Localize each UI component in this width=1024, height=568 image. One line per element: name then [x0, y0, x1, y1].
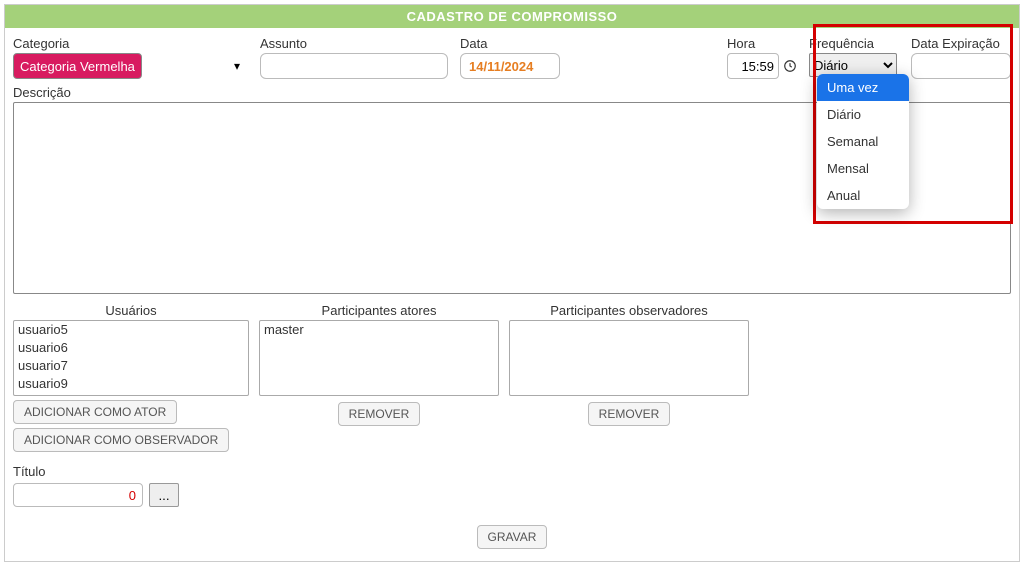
frequencia-option[interactable]: Uma vez: [817, 74, 909, 101]
frequencia-label: Frequência: [809, 36, 899, 51]
add-obs-button[interactable]: ADICIONAR COMO OBSERVADOR: [13, 428, 229, 452]
assunto-label: Assunto: [260, 36, 448, 51]
usuarios-listbox[interactable]: usuario5usuario6usuario7usuario9: [13, 320, 249, 396]
frequencia-option[interactable]: Semanal: [817, 128, 909, 155]
hora-input[interactable]: [727, 53, 779, 79]
list-item[interactable]: usuario6: [14, 339, 248, 357]
list-item[interactable]: usuario7: [14, 357, 248, 375]
data-input[interactable]: [460, 53, 560, 79]
frequencia-option[interactable]: Anual: [817, 182, 909, 209]
list-item[interactable]: usuario5: [14, 321, 248, 339]
atores-listbox[interactable]: master: [259, 320, 499, 396]
obs-title: Participantes observadores: [550, 303, 708, 318]
obs-listbox[interactable]: [509, 320, 749, 396]
data-label: Data: [460, 36, 698, 51]
remover-atores-button[interactable]: REMOVER: [338, 402, 421, 426]
atores-title: Participantes atores: [322, 303, 437, 318]
data-exp-input[interactable]: [911, 53, 1011, 79]
titulo-browse-button[interactable]: ...: [149, 483, 179, 507]
assunto-input[interactable]: [260, 53, 448, 79]
frequencia-option[interactable]: Diário: [817, 101, 909, 128]
list-item[interactable]: master: [260, 321, 498, 339]
form-container: CADASTRO DE COMPROMISSO Categoria Catego…: [4, 4, 1020, 562]
clock-icon: [783, 58, 797, 74]
remover-obs-button[interactable]: REMOVER: [588, 402, 671, 426]
hora-label: Hora: [727, 36, 797, 51]
categoria-select[interactable]: Categoria Vermelha: [13, 53, 142, 79]
frequencia-option[interactable]: Mensal: [817, 155, 909, 182]
categoria-label: Categoria: [13, 36, 248, 51]
data-exp-label: Data Expiração: [911, 36, 1011, 51]
form-header: CADASTRO DE COMPROMISSO: [5, 5, 1019, 28]
titulo-input[interactable]: [13, 483, 143, 507]
gravar-button[interactable]: GRAVAR: [477, 525, 548, 549]
frequencia-dropdown[interactable]: Uma vezDiárioSemanalMensalAnual: [817, 74, 909, 209]
usuarios-title: Usuários: [105, 303, 156, 318]
list-item[interactable]: usuario9: [14, 375, 248, 393]
titulo-label: Título: [13, 464, 46, 479]
add-ator-button[interactable]: ADICIONAR COMO ATOR: [13, 400, 177, 424]
